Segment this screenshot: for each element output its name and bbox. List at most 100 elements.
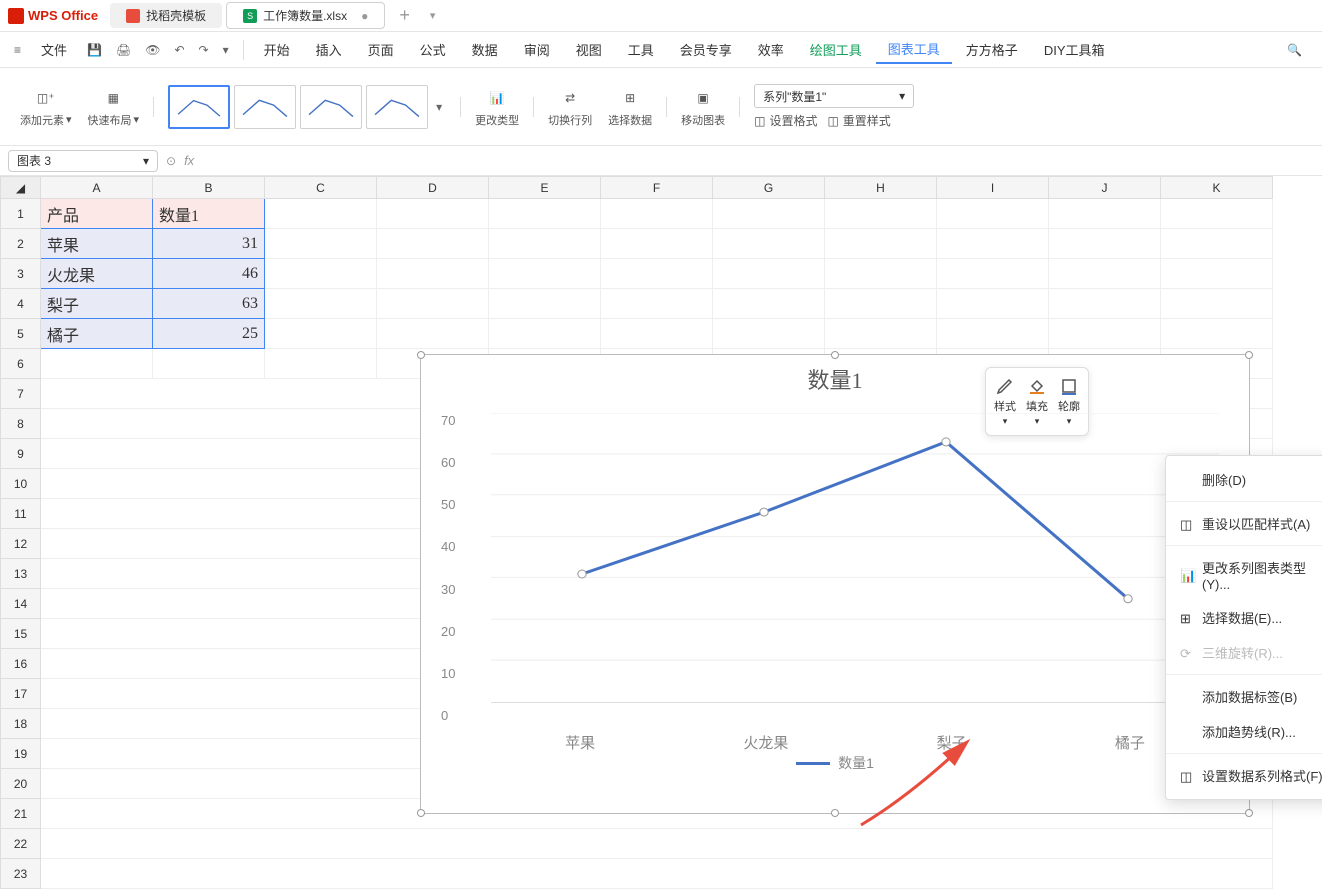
chart-handle[interactable] <box>417 351 425 359</box>
col-F[interactable]: F <box>601 177 713 199</box>
menu-diy[interactable]: DIY工具箱 <box>1032 36 1117 63</box>
menu-view[interactable]: 视图 <box>564 36 614 63</box>
col-H[interactable]: H <box>825 177 937 199</box>
cell[interactable] <box>489 259 601 289</box>
cell[interactable] <box>265 199 377 229</box>
tab-templates[interactable]: 找稻壳模板 <box>110 3 222 28</box>
cell[interactable] <box>265 349 377 379</box>
col-J[interactable]: J <box>1049 177 1161 199</box>
cell[interactable] <box>41 859 1273 889</box>
cell[interactable] <box>489 199 601 229</box>
cell[interactable] <box>265 259 377 289</box>
col-D[interactable]: D <box>377 177 489 199</box>
menu-drawtools[interactable]: 绘图工具 <box>798 36 874 63</box>
cell-A5[interactable]: 橘子 <box>41 319 153 349</box>
search-icon[interactable]: 🔍 <box>1275 39 1314 61</box>
cell[interactable] <box>265 289 377 319</box>
menu-start[interactable]: 开始 <box>252 36 302 63</box>
cell[interactable] <box>377 319 489 349</box>
cell-B5[interactable]: 25 <box>153 319 265 349</box>
cell-A2[interactable]: 苹果 <box>41 229 153 259</box>
cell[interactable] <box>713 229 825 259</box>
save-icon[interactable]: 💾 <box>81 39 108 61</box>
tab-dropdown[interactable]: ▾ <box>420 9 446 22</box>
row-4[interactable]: 4 <box>1 289 41 319</box>
move-chart-button[interactable]: ▣ 移动图表 <box>673 86 733 128</box>
row-16[interactable]: 16 <box>1 649 41 679</box>
menu-efficiency[interactable]: 效率 <box>746 36 796 63</box>
row-21[interactable]: 21 <box>1 799 41 829</box>
cell[interactable] <box>825 229 937 259</box>
cell[interactable] <box>41 829 1273 859</box>
undo-icon[interactable]: ↶ <box>168 39 190 61</box>
row-17[interactable]: 17 <box>1 679 41 709</box>
col-I[interactable]: I <box>937 177 1049 199</box>
col-B[interactable]: B <box>153 177 265 199</box>
cell[interactable] <box>825 319 937 349</box>
preview-icon[interactable]: 👁 <box>139 39 166 61</box>
chart-handle[interactable] <box>831 351 839 359</box>
chart-style-4[interactable] <box>366 85 428 129</box>
cell[interactable] <box>1161 259 1273 289</box>
row-22[interactable]: 22 <box>1 829 41 859</box>
select-data-button[interactable]: ⊞ 选择数据 <box>600 86 660 128</box>
col-G[interactable]: G <box>713 177 825 199</box>
chart-object[interactable]: 数量1 样式▾ 填充▾ 轮廓▾ 70 60 50 40 30 <box>420 354 1250 814</box>
cell[interactable] <box>1161 289 1273 319</box>
chart-handle[interactable] <box>417 809 425 817</box>
add-element-button[interactable]: ◫⁺ 添加元素 ▾ <box>12 86 80 128</box>
context-format-series[interactable]: ◫设置数据系列格式(F)... <box>1166 758 1322 793</box>
cell[interactable] <box>825 289 937 319</box>
chart-handle[interactable] <box>1245 809 1253 817</box>
cell[interactable] <box>713 259 825 289</box>
menu-page[interactable]: 页面 <box>356 36 406 63</box>
cell[interactable] <box>377 199 489 229</box>
cell[interactable] <box>1049 259 1161 289</box>
chart-style-2[interactable] <box>234 85 296 129</box>
row-7[interactable]: 7 <box>1 379 41 409</box>
row-13[interactable]: 13 <box>1 559 41 589</box>
cell[interactable] <box>1161 199 1273 229</box>
row-19[interactable]: 19 <box>1 739 41 769</box>
cell[interactable] <box>489 229 601 259</box>
chart-series-line[interactable] <box>582 442 1128 599</box>
name-box[interactable]: 图表 3 ▾ <box>8 150 158 172</box>
cell[interactable] <box>377 259 489 289</box>
context-change-type[interactable]: 📊更改系列图表类型(Y)... <box>1166 550 1322 600</box>
cell[interactable] <box>937 289 1049 319</box>
cell[interactable] <box>937 199 1049 229</box>
cell[interactable] <box>601 259 713 289</box>
cell-A1[interactable]: 产品 <box>41 199 153 229</box>
row-9[interactable]: 9 <box>1 439 41 469</box>
tab-workbook[interactable]: S 工作簿数量.xlsx ● <box>226 2 385 29</box>
chart-styles-more[interactable]: ▾ <box>432 100 446 114</box>
zoom-icon[interactable]: ⊙ <box>166 154 176 168</box>
cell[interactable] <box>1049 319 1161 349</box>
col-A[interactable]: A <box>41 177 153 199</box>
row-15[interactable]: 15 <box>1 619 41 649</box>
chart-style-1[interactable] <box>168 85 230 129</box>
cell[interactable] <box>601 229 713 259</box>
menu-member[interactable]: 会员专享 <box>668 36 744 63</box>
chart-plot-area[interactable]: 70 60 50 40 30 20 10 0 <box>471 413 1219 723</box>
file-menu[interactable]: 文件 <box>29 36 79 63</box>
cell[interactable] <box>377 229 489 259</box>
row-8[interactable]: 8 <box>1 409 41 439</box>
dropdown-icon[interactable]: ▾ <box>217 39 235 61</box>
menu-fangfang[interactable]: 方方格子 <box>954 36 1030 63</box>
chart-handle[interactable] <box>1245 351 1253 359</box>
menu-charttools[interactable]: 图表工具 <box>876 35 952 64</box>
cell[interactable] <box>601 319 713 349</box>
col-E[interactable]: E <box>489 177 601 199</box>
cell[interactable] <box>1161 229 1273 259</box>
cell[interactable] <box>937 229 1049 259</box>
menu-insert[interactable]: 插入 <box>304 36 354 63</box>
print-icon[interactable]: 🖨 <box>110 39 137 61</box>
series-select[interactable]: 系列"数量1" ▾ <box>754 84 914 108</box>
chart-handle[interactable] <box>831 809 839 817</box>
menu-data[interactable]: 数据 <box>460 36 510 63</box>
context-select-data[interactable]: ⊞选择数据(E)... <box>1166 600 1322 635</box>
cell[interactable] <box>601 289 713 319</box>
row-5[interactable]: 5 <box>1 319 41 349</box>
cell-B2[interactable]: 31 <box>153 229 265 259</box>
